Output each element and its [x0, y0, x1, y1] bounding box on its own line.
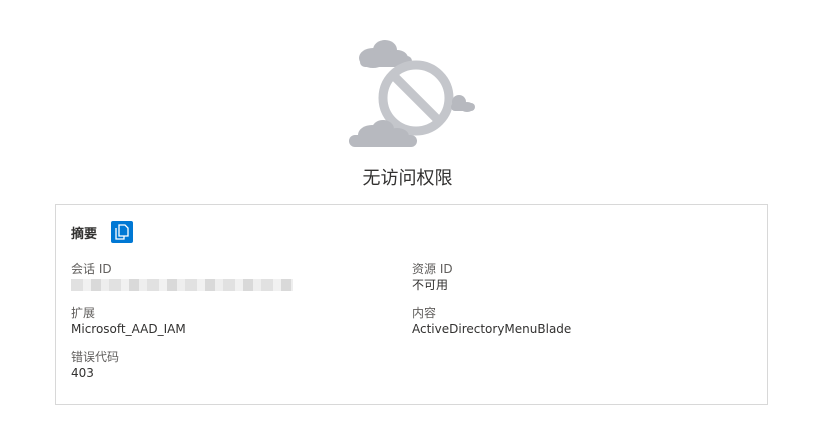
session-id-field: 会话 ID	[71, 261, 293, 291]
session-id-value-redacted	[71, 279, 293, 291]
copy-button[interactable]	[111, 221, 134, 243]
extension-field: 扩展 Microsoft_AAD_IAM	[71, 305, 186, 337]
error-code-field: 错误代码 403	[71, 349, 119, 381]
copy-icon	[115, 224, 129, 240]
extension-value: Microsoft_AAD_IAM	[71, 322, 186, 336]
resource-id-value: 不可用	[412, 278, 449, 292]
summary-heading: 摘要	[71, 226, 98, 242]
content-label: 内容	[412, 306, 437, 320]
error-code-label: 错误代码	[71, 350, 120, 364]
content-field: 内容 ActiveDirectoryMenuBlade	[412, 305, 571, 337]
no-access-illustration-icon	[349, 40, 475, 147]
resource-id-field: 资源 ID 不可用	[412, 261, 453, 293]
extension-label: 扩展	[71, 306, 96, 320]
error-code-value: 403	[71, 366, 94, 380]
error-page: 无访问权限 摘要 会话 ID 资源 ID 不可用 扩展 Microsoft_AA…	[0, 0, 815, 438]
resource-id-label: 资源 ID	[412, 262, 453, 276]
session-id-label: 会话 ID	[71, 262, 112, 276]
content-value: ActiveDirectoryMenuBlade	[412, 322, 572, 336]
summary-header: 摘要	[71, 221, 134, 243]
summary-card: 摘要 会话 ID 资源 ID 不可用 扩展 Microsoft_AAD_IAM …	[55, 204, 768, 405]
page-title: 无访问权限	[362, 168, 453, 189]
